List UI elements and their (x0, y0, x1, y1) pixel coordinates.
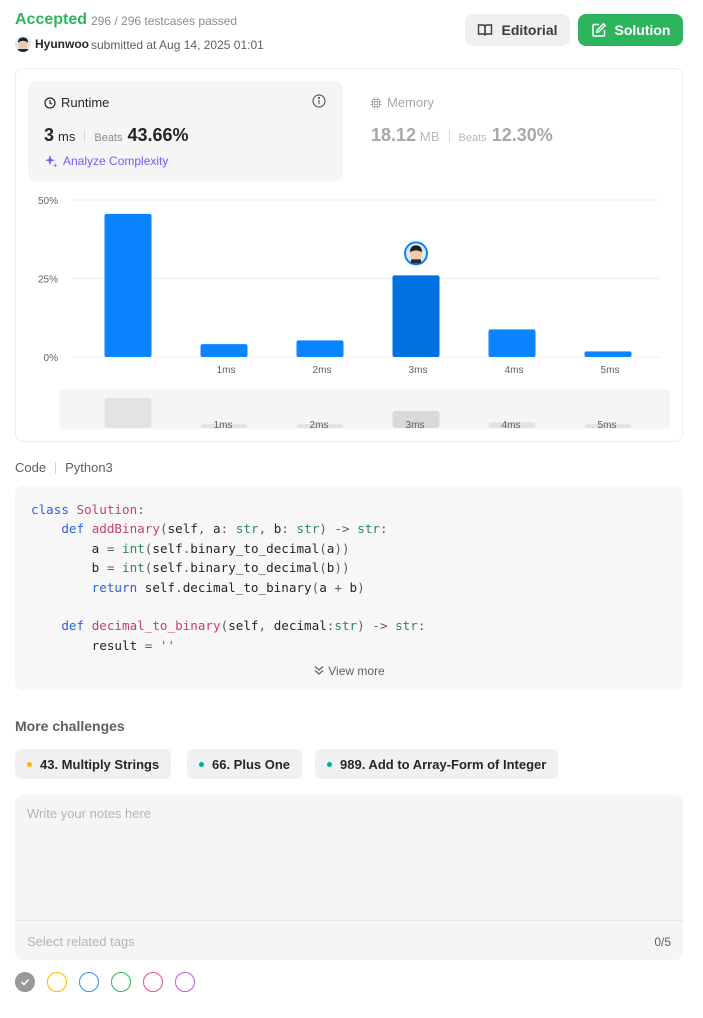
runtime-beats-label: Beats (94, 132, 123, 144)
memory-value-row: 18.12 MB Beats 12.30% (371, 125, 553, 146)
check-icon (20, 978, 30, 986)
x-tick-label: 1ms (217, 365, 236, 376)
color-tag-selected[interactable] (15, 972, 35, 992)
divider (55, 461, 57, 474)
chart-bar[interactable] (296, 340, 344, 357)
x-tick-label: 2ms (313, 365, 332, 376)
overview-tick-label: 3ms (406, 420, 425, 431)
challenge-label: 66. Plus One (212, 756, 291, 772)
runtime-beats-value: 43.66% (127, 125, 189, 145)
challenge-chip[interactable]: 989. Add to Array-Form of Integer (315, 749, 559, 779)
solution-label: Solution (614, 22, 671, 38)
chart-bar[interactable] (488, 329, 536, 357)
memory-unit: MB (420, 129, 440, 144)
challenge-chip[interactable]: 43. Multiply Strings (15, 749, 172, 779)
select-tags-dropdown[interactable]: Select related tags (27, 934, 135, 949)
divider (448, 129, 450, 142)
x-tick-label: 4ms (505, 365, 524, 376)
overview-tick-label: 2ms (310, 420, 329, 431)
overview-tick-label: 4ms (502, 420, 521, 431)
chip-icon (370, 97, 382, 108)
runtime-distribution-chart[interactable]: 50% 25% 0% 1ms 2ms 3ms 4ms 5ms 1ms 2ms 3ms 4ms 5ms (30, 190, 670, 440)
memory-beats-value: 12.30% (491, 125, 553, 145)
code-content: class Solution: def addBinary(self, a: s… (31, 502, 426, 653)
overview-tick-label: 5ms (598, 420, 617, 431)
y-tick-label: 50% (38, 196, 58, 207)
submitted-time: submitted at Aug 14, 2025 01:01 (91, 38, 264, 52)
divider (84, 129, 86, 142)
memory-title[interactable]: Memory (370, 95, 434, 110)
testcases-passed: 296 / 296 testcases passed (91, 14, 238, 28)
editorial-label: Editorial (501, 22, 558, 38)
edit-icon (591, 22, 606, 37)
more-challenges-title: More challenges (15, 718, 125, 734)
memory-beats-label: Beats (458, 132, 487, 144)
code-label: Code (15, 460, 47, 475)
y-tick-label: 0% (44, 353, 59, 364)
view-more-button[interactable]: View more (15, 664, 683, 678)
divider (15, 920, 683, 921)
clock-icon (44, 96, 56, 109)
sparkle-icon (45, 155, 58, 168)
difficulty-dot (27, 761, 32, 767)
color-tag-option[interactable] (175, 972, 195, 992)
overview-tick-label: 1ms (214, 420, 233, 431)
overview-bar (104, 397, 152, 428)
x-tick-label: 5ms (601, 365, 620, 376)
challenge-label: 43. Multiply Strings (40, 756, 160, 772)
color-tag-option[interactable] (47, 972, 67, 992)
view-more-label: View more (328, 664, 385, 678)
chart-bar[interactable] (104, 213, 152, 357)
challenge-chip[interactable]: 66. Plus One (187, 749, 303, 779)
chart-bar[interactable] (392, 275, 440, 357)
user-avatar[interactable] (15, 36, 31, 52)
runtime-value-row: 3 ms Beats 43.66% (44, 125, 189, 146)
color-tag-picker (15, 972, 195, 992)
color-tag-option[interactable] (111, 972, 131, 992)
avatar-shirt (411, 259, 421, 264)
code-block[interactable]: class Solution: def addBinary(self, a: s… (15, 486, 683, 690)
chart-bar[interactable] (200, 344, 248, 357)
runtime-title-text: Runtime (61, 95, 110, 110)
color-tag-option[interactable] (79, 972, 99, 992)
difficulty-dot (199, 761, 204, 767)
analyze-complexity-button[interactable]: Analyze Complexity (44, 154, 168, 168)
code-language: Python3 (65, 460, 113, 475)
username[interactable]: Hyunwoo (35, 37, 89, 51)
y-tick-label: 25% (38, 275, 58, 286)
tags-count: 0/5 (654, 935, 671, 949)
memory-value: 18.12 (371, 125, 417, 145)
runtime-title: Runtime (44, 95, 109, 110)
editorial-button[interactable]: Editorial (465, 14, 570, 46)
solution-button[interactable]: Solution (578, 14, 683, 46)
info-icon[interactable] (312, 94, 326, 113)
color-tag-option[interactable] (143, 972, 163, 992)
analyze-complexity-label: Analyze Complexity (63, 154, 169, 168)
submission-status: Accepted (15, 11, 88, 28)
code-header: Code Python3 (15, 460, 113, 475)
runtime-unit: ms (58, 129, 76, 144)
runtime-value: 3 (44, 125, 55, 145)
chart-bar[interactable] (584, 351, 632, 357)
book-icon (478, 24, 493, 36)
memory-title-text: Memory (387, 95, 434, 110)
notes-panel: Select related tags 0/5 (15, 795, 683, 960)
double-chevron-down-icon (314, 666, 324, 675)
challenge-label: 989. Add to Array-Form of Integer (340, 756, 547, 772)
difficulty-dot (327, 761, 332, 767)
notes-input[interactable] (15, 795, 683, 919)
x-tick-label: 3ms (409, 365, 428, 376)
